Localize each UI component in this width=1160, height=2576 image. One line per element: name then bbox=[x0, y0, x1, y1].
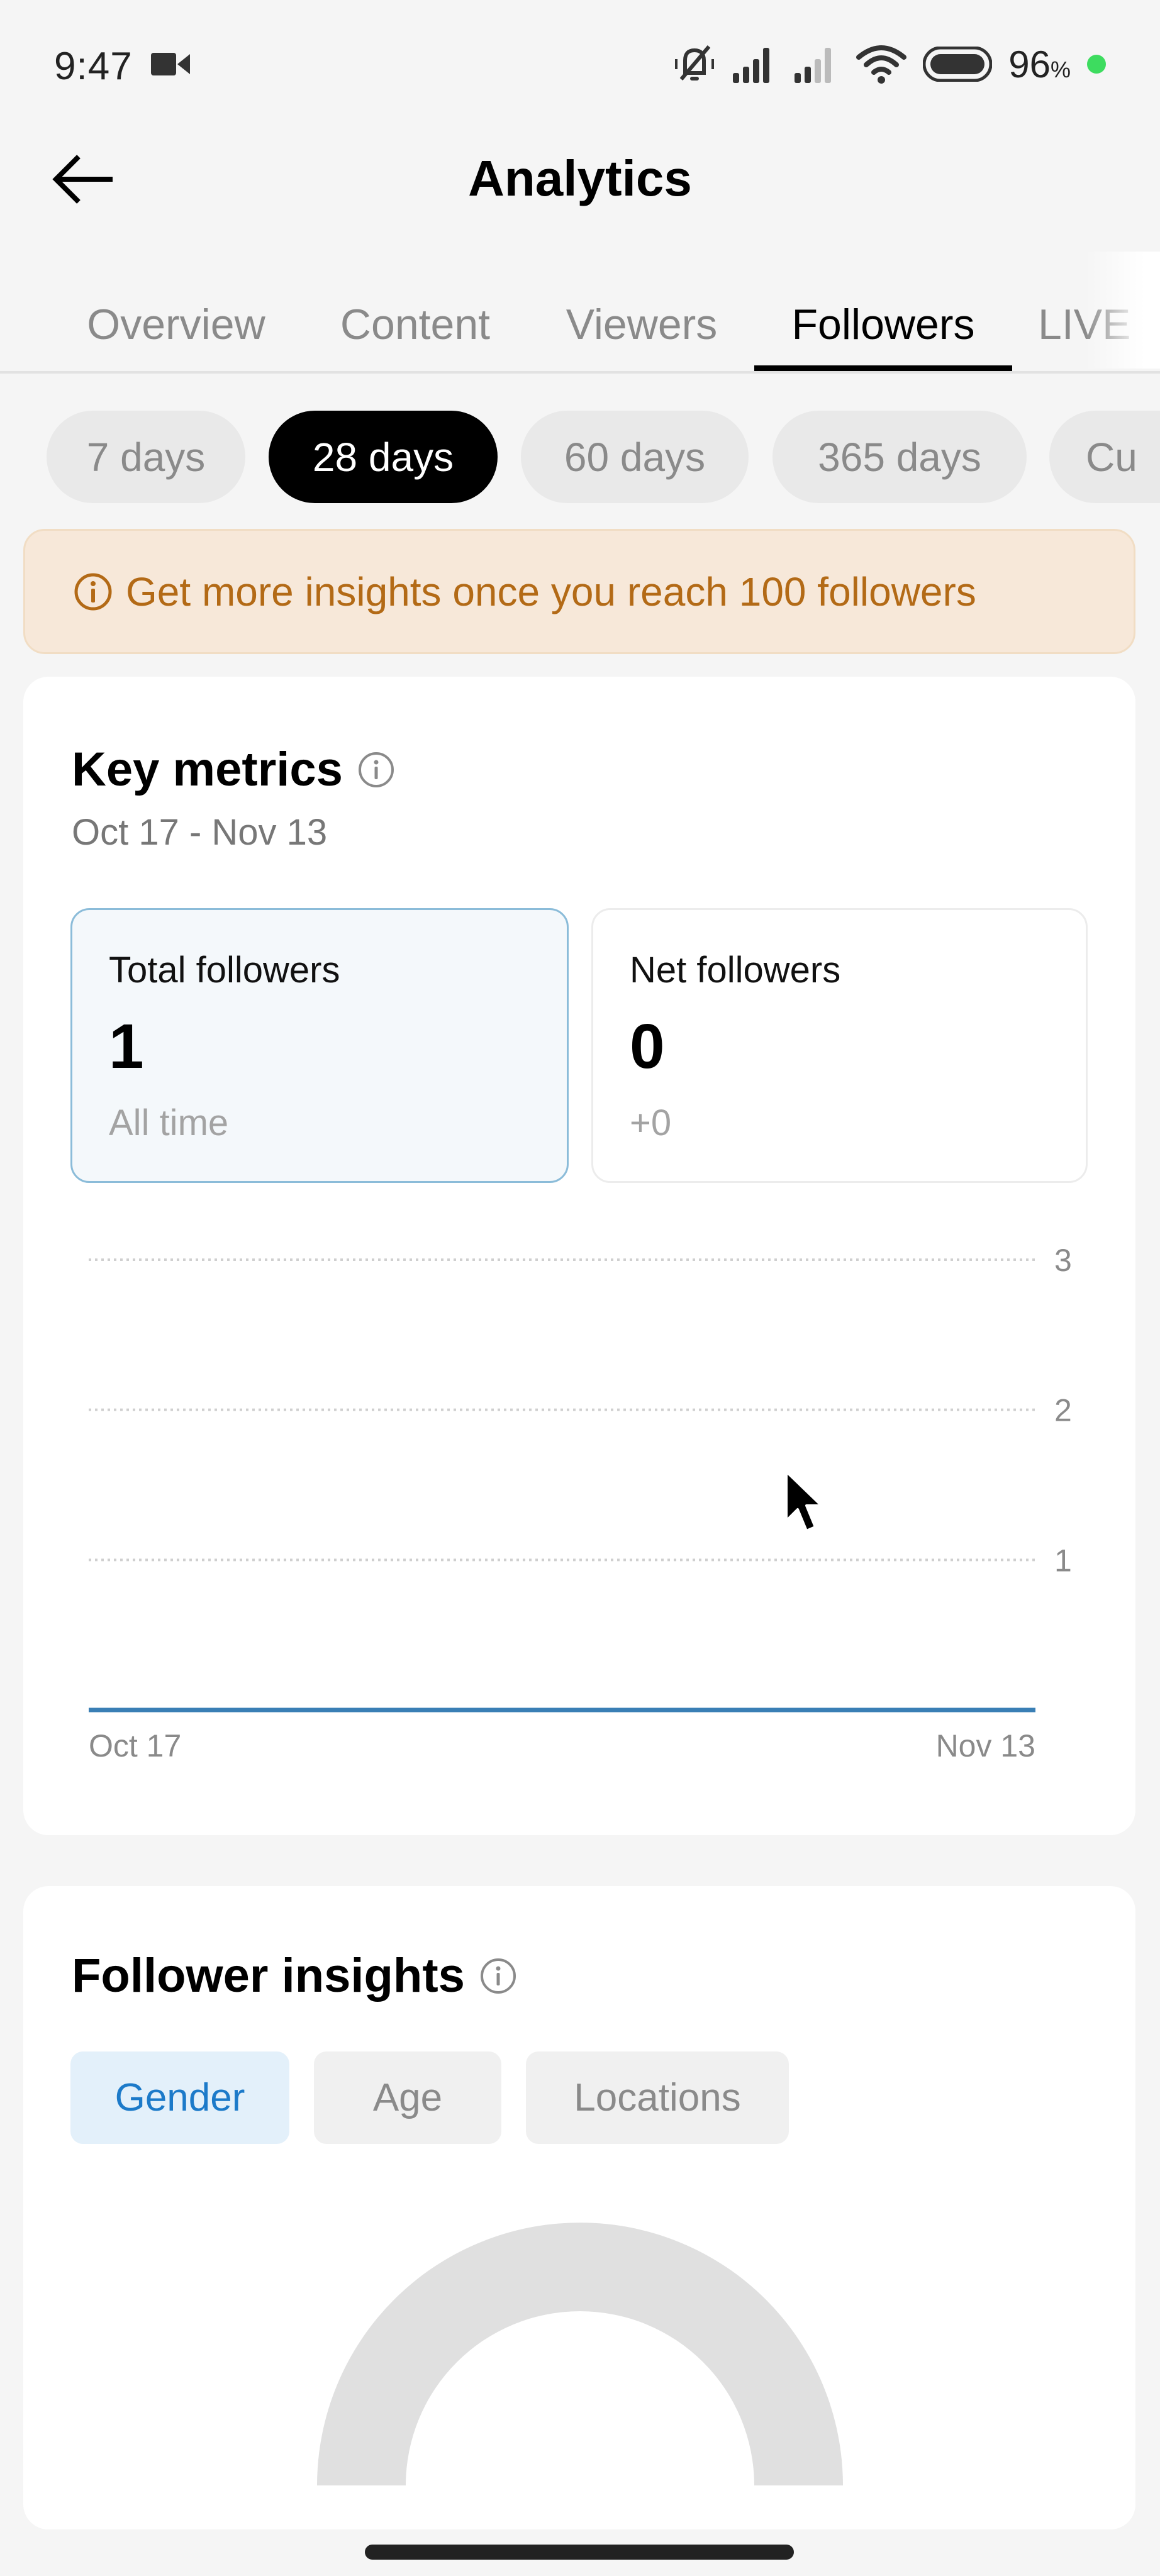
tab-followers[interactable]: Followers bbox=[754, 277, 1012, 372]
tab-overview[interactable]: Overview bbox=[69, 277, 283, 372]
pill-label: Gender bbox=[114, 2076, 245, 2119]
range-chip-7-days[interactable]: 7 days bbox=[47, 411, 245, 503]
key-metrics-title: Key metrics bbox=[72, 742, 396, 797]
tab-label: Viewers bbox=[566, 301, 718, 348]
metric-total-followers[interactable]: Total followers 1 All time bbox=[70, 908, 569, 1183]
pill-label: Age bbox=[372, 2076, 443, 2119]
battery-percent: 96% bbox=[1008, 43, 1071, 86]
charging-indicator-dot bbox=[1087, 55, 1106, 74]
x-tick-label: Nov 13 bbox=[936, 1728, 1035, 1763]
insight-tab-locations[interactable]: Locations bbox=[526, 2051, 789, 2144]
chip-label: Cu bbox=[1086, 434, 1137, 480]
follower-insights-title: Follower insights bbox=[72, 1948, 518, 2003]
metric-label: Total followers bbox=[109, 950, 340, 991]
range-chip-60-days[interactable]: 60 days bbox=[521, 411, 749, 503]
tab-label: Content bbox=[340, 301, 491, 348]
gender-gauge-chart bbox=[317, 2223, 843, 2485]
home-indicator[interactable] bbox=[365, 2545, 794, 2560]
tab-content[interactable]: Content bbox=[321, 277, 510, 372]
insights-threshold-banner: Get more insights once you reach 100 fol… bbox=[23, 529, 1135, 654]
chip-label: 365 days bbox=[818, 434, 981, 480]
metric-label: Net followers bbox=[630, 950, 841, 991]
info-icon bbox=[74, 573, 112, 610]
metric-subtext: All time bbox=[109, 1102, 229, 1143]
chip-label: 28 days bbox=[312, 434, 454, 480]
follower-insights-heading: Follower insights bbox=[72, 1949, 465, 2002]
silent-bell-icon bbox=[675, 45, 715, 80]
gauge-empty-arc bbox=[317, 2223, 843, 2485]
info-icon[interactable] bbox=[357, 750, 396, 789]
chip-label: 60 days bbox=[564, 434, 706, 480]
followers-line-chart: 1 2 3 Oct 17 Nov 13 bbox=[89, 1243, 1072, 1763]
analytics-tabs: Overview Content Viewers Followers LIVE bbox=[0, 277, 1160, 372]
wifi-icon bbox=[856, 45, 907, 84]
insight-tab-age[interactable]: Age bbox=[314, 2051, 501, 2144]
status-icons: 96% bbox=[672, 42, 1106, 87]
range-chip-28-days[interactable]: 28 days bbox=[269, 411, 498, 503]
metric-subtext: +0 bbox=[630, 1102, 672, 1143]
range-chip-365-days[interactable]: 365 days bbox=[772, 411, 1027, 503]
signal-weak-icon bbox=[795, 48, 832, 83]
metric-value: 1 bbox=[109, 1011, 144, 1082]
tabs-divider bbox=[0, 371, 1160, 374]
y-tick-label: 1 bbox=[1054, 1543, 1072, 1578]
status-time: 9:47 bbox=[54, 45, 133, 88]
signal-icon bbox=[733, 48, 770, 83]
metric-net-followers[interactable]: Net followers 0 +0 bbox=[591, 908, 1088, 1183]
tab-label: Followers bbox=[791, 301, 975, 348]
tabs-scroll-fade bbox=[1085, 252, 1160, 369]
range-chip-custom[interactable]: Cu bbox=[1049, 411, 1160, 503]
chip-label: 7 days bbox=[86, 434, 206, 480]
insight-tab-gender[interactable]: Gender bbox=[70, 2051, 289, 2144]
page-title: Analytics bbox=[468, 150, 692, 206]
active-tab-indicator bbox=[754, 365, 1012, 371]
battery-icon bbox=[923, 47, 993, 82]
info-icon[interactable] bbox=[479, 1957, 518, 1996]
banner-text: Get more insights once you reach 100 fol… bbox=[126, 569, 976, 614]
y-tick-label: 3 bbox=[1054, 1243, 1072, 1278]
pill-label: Locations bbox=[574, 2076, 741, 2119]
tab-label: Overview bbox=[87, 301, 265, 348]
key-metrics-heading: Key metrics bbox=[72, 743, 343, 796]
video-camera-icon bbox=[151, 53, 190, 75]
date-range-label: Oct 17 - Nov 13 bbox=[72, 812, 328, 853]
y-tick-label: 2 bbox=[1054, 1393, 1072, 1428]
metric-value: 0 bbox=[630, 1011, 665, 1082]
x-tick-label: Oct 17 bbox=[89, 1728, 181, 1763]
tab-viewers[interactable]: Viewers bbox=[547, 277, 736, 372]
